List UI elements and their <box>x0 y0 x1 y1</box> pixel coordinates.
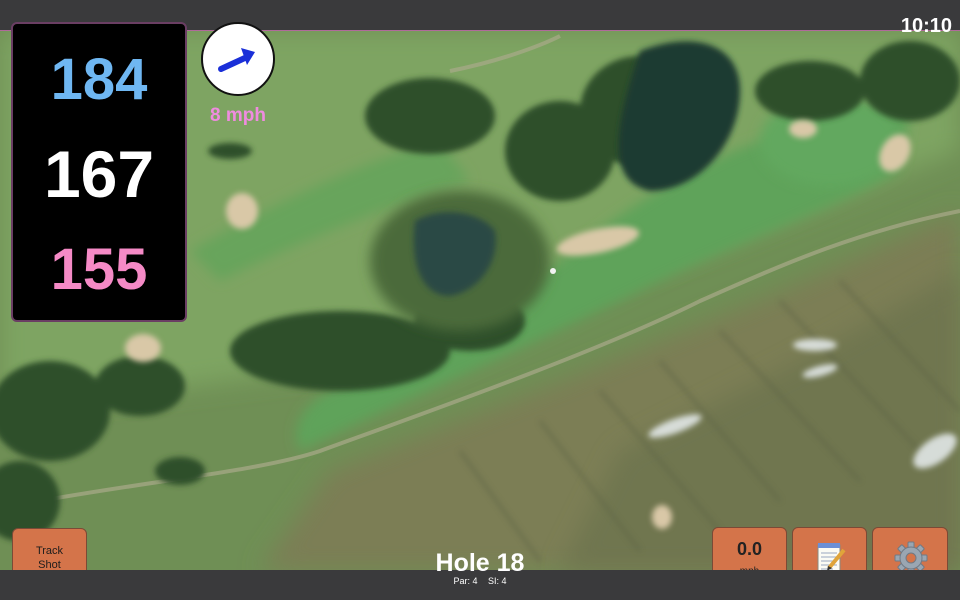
front-distance: 155 <box>50 237 148 302</box>
wind-speed: 8 mph <box>210 105 266 126</box>
wind-direction-dial <box>201 22 275 96</box>
middle-distance: 167 <box>43 137 155 211</box>
hole-stroke-index: SI: 4 <box>488 576 507 586</box>
status-clock: 10:10 <box>900 15 952 37</box>
track-shot-label: Track Shot <box>35 545 64 571</box>
wind-arrow-icon <box>218 48 255 72</box>
distance-panel: 184 167 155 <box>11 22 187 322</box>
hole-par: Par: 4 <box>453 576 478 586</box>
back-distance: 184 <box>50 47 148 112</box>
speed-value: 0.0 <box>736 539 763 559</box>
hole-info: Par: 4 SI: 4 <box>380 576 580 586</box>
hole-title: Hole 18 <box>435 549 525 577</box>
